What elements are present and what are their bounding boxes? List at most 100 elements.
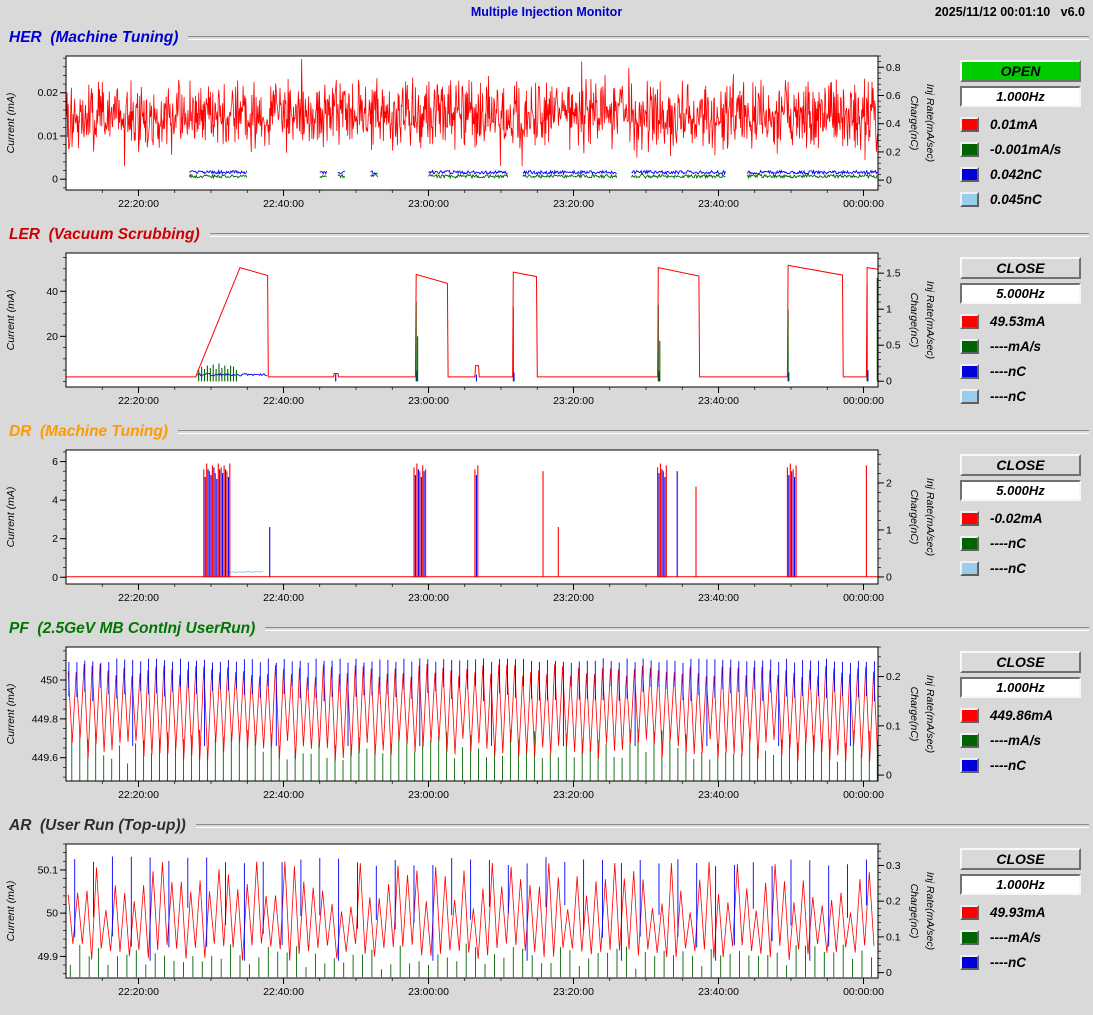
- svg-text:23:40:00: 23:40:00: [698, 986, 739, 998]
- legend-rows: 49.93mA----mA/s----nC: [960, 900, 1081, 975]
- svg-text:23:00:00: 23:00:00: [408, 395, 449, 407]
- series-value: -0.02mA: [990, 511, 1043, 526]
- dr-open-close-button[interactable]: CLOSE: [960, 454, 1081, 476]
- legend-rows: -0.02mA ----nC----nC: [960, 506, 1081, 581]
- svg-text:0.2: 0.2: [886, 896, 901, 908]
- svg-text:Inj Rate(mA/sec): Inj Rate(mA/sec): [924, 478, 936, 556]
- svg-text:23:40:00: 23:40:00: [698, 789, 739, 801]
- svg-text:6: 6: [52, 456, 58, 468]
- series-color-swatch: [960, 314, 979, 329]
- series-color-swatch: [960, 930, 979, 945]
- svg-text:22:40:00: 22:40:00: [263, 198, 304, 210]
- svg-text:20: 20: [46, 331, 58, 343]
- legend-row: ----nC: [960, 531, 1081, 556]
- svg-text:449.8: 449.8: [32, 713, 58, 725]
- svg-text:22:40:00: 22:40:00: [263, 986, 304, 998]
- legend-row: 0.045nC: [960, 187, 1081, 212]
- pf-header: PF (2.5GeV MB ContInj UserRun): [2, 617, 1091, 641]
- series-color-swatch: [960, 339, 979, 354]
- ler-open-close-button[interactable]: CLOSE: [960, 257, 1081, 279]
- svg-text:23:20:00: 23:20:00: [553, 986, 594, 998]
- svg-text:23:00:00: 23:00:00: [408, 986, 449, 998]
- svg-text:0.4: 0.4: [886, 118, 901, 130]
- pf-info-panel: CLOSE 1.000Hz 449.86mA ----mA/s----nC: [960, 641, 1085, 809]
- section-divider: [188, 36, 1089, 40]
- series-color-swatch: [960, 192, 979, 207]
- ar-chart: 22:20:00 22:40:00 23:00:00 23:20:00 23:40:00…: [2, 838, 960, 1006]
- series-value: 449.86mA: [990, 708, 1053, 723]
- series-color-swatch: [960, 364, 979, 379]
- svg-text:Inj Rate(mA/sec): Inj Rate(mA/sec): [924, 872, 936, 950]
- legend-row: 0.042nC: [960, 162, 1081, 187]
- series-value: -0.001mA/s: [990, 142, 1061, 157]
- dr-injection-frequency[interactable]: 5.000Hz: [960, 480, 1081, 501]
- svg-text:0: 0: [886, 967, 892, 979]
- series-color-swatch: [960, 142, 979, 157]
- dr-chart: 22:20:0022:40:0023:00:0023:20:0023:40:00…: [2, 444, 960, 612]
- svg-text:23:20:00: 23:20:00: [553, 198, 594, 210]
- section-her: HER (Machine Tuning) 22:20:00 22:40:00 23:…: [0, 26, 1093, 223]
- series-value: 0.045nC: [990, 192, 1042, 207]
- series-value: 0.01mA: [990, 117, 1038, 132]
- svg-text:0: 0: [886, 770, 892, 782]
- ar-open-close-button[interactable]: CLOSE: [960, 848, 1081, 870]
- svg-text:00:00:00: 00:00:00: [843, 198, 884, 210]
- datetime-version: 2025/11/12 00:01:10 v6.0: [935, 5, 1085, 19]
- series-color-swatch: [960, 708, 979, 723]
- svg-text:Current (mA): Current (mA): [5, 684, 17, 745]
- svg-text:23:20:00: 23:20:00: [553, 789, 594, 801]
- svg-text:Current (mA): Current (mA): [5, 93, 17, 154]
- dr-info-panel: CLOSE 5.000Hz -0.02mA ----nC----nC: [960, 444, 1085, 612]
- section-title: HER (Machine Tuning): [9, 29, 178, 47]
- legend-row: 0.01mA: [960, 112, 1081, 137]
- svg-text:22:20:00: 22:20:00: [118, 198, 159, 210]
- svg-text:Inj Rate(mA/sec): Inj Rate(mA/sec): [924, 281, 936, 359]
- legend-row: ----nC: [960, 753, 1081, 778]
- ler-chart: 22:20:0022:40:0023:00:0023:20:0023:40:00…: [2, 247, 960, 415]
- legend-rows: 0.01mA -0.001mA/s 0.042nC 0.045nC: [960, 112, 1081, 212]
- svg-text:0.5: 0.5: [886, 340, 901, 352]
- ar-injection-frequency[interactable]: 1.000Hz: [960, 874, 1081, 895]
- svg-text:23:40:00: 23:40:00: [698, 592, 739, 604]
- pf-injection-frequency[interactable]: 1.000Hz: [960, 677, 1081, 698]
- legend-row: 49.93mA: [960, 900, 1081, 925]
- svg-text:50.1: 50.1: [38, 864, 59, 876]
- svg-text:22:20:00: 22:20:00: [118, 789, 159, 801]
- section-title: LER (Vacuum Scrubbing): [9, 226, 200, 244]
- section-pf: PF (2.5GeV MB ContInj UserRun) 22:20:00 2…: [0, 617, 1093, 814]
- svg-text:0.2: 0.2: [886, 671, 901, 683]
- svg-text:0: 0: [52, 174, 58, 186]
- her-open-close-button[interactable]: OPEN: [960, 60, 1081, 82]
- legend-row: ----mA/s: [960, 728, 1081, 753]
- dr-header: DR (Machine Tuning): [2, 420, 1091, 444]
- legend-row: -0.02mA: [960, 506, 1081, 531]
- legend-rows: 49.53mA----mA/s----nC----nC: [960, 309, 1081, 409]
- ar-info-panel: CLOSE 1.000Hz 49.93mA----mA/s----nC: [960, 838, 1085, 1006]
- pf-open-close-button[interactable]: CLOSE: [960, 651, 1081, 673]
- section-divider: [210, 233, 1089, 237]
- her-injection-frequency[interactable]: 1.000Hz: [960, 86, 1081, 107]
- legend-row: ----nC: [960, 556, 1081, 581]
- section-divider: [196, 824, 1089, 828]
- svg-text:449.6: 449.6: [32, 752, 58, 764]
- svg-text:Charge(nC): Charge(nC): [908, 884, 920, 939]
- svg-text:22:20:00: 22:20:00: [118, 986, 159, 998]
- app-title: Multiple Injection Monitor: [0, 5, 1093, 19]
- series-color-swatch: [960, 955, 979, 970]
- legend-row: ----mA/s: [960, 925, 1081, 950]
- svg-text:450: 450: [40, 675, 58, 687]
- svg-text:0: 0: [886, 175, 892, 187]
- svg-text:Charge(nC): Charge(nC): [908, 687, 920, 742]
- legend-row: ----nC: [960, 384, 1081, 409]
- legend-row: ----nC: [960, 359, 1081, 384]
- series-color-swatch: [960, 389, 979, 404]
- legend-row: ----nC: [960, 950, 1081, 975]
- svg-text:Inj Rate(mA/sec): Inj Rate(mA/sec): [924, 84, 936, 162]
- ler-injection-frequency[interactable]: 5.000Hz: [960, 283, 1081, 304]
- svg-text:Current (mA): Current (mA): [5, 881, 17, 942]
- svg-text:2: 2: [52, 533, 58, 545]
- svg-text:23:00:00: 23:00:00: [408, 198, 449, 210]
- svg-text:Charge(nC): Charge(nC): [908, 96, 920, 151]
- svg-text:22:40:00: 22:40:00: [263, 789, 304, 801]
- svg-text:2: 2: [886, 477, 892, 489]
